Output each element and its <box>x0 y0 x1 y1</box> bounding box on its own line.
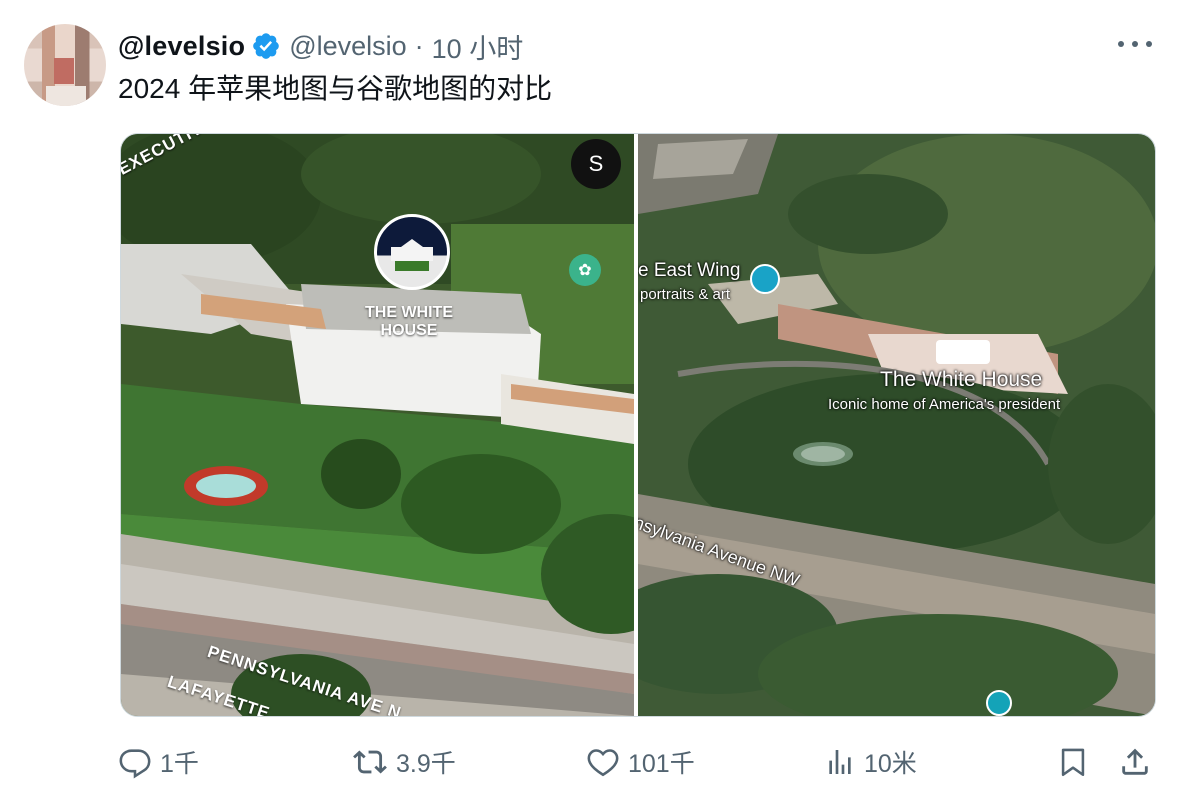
reply-button[interactable]: 1千 <box>118 742 199 782</box>
reply-count: 1千 <box>160 750 199 778</box>
white-house-photo-marker[interactable] <box>374 214 450 290</box>
bookmark-button[interactable] <box>1056 742 1090 782</box>
views-icon <box>829 750 851 774</box>
east-wing-subtitle: portraits & art <box>640 286 731 303</box>
compass-icon[interactable]: S <box>571 139 621 189</box>
views-count: 10米 <box>864 750 917 778</box>
like-button[interactable]: 101千 <box>586 742 695 782</box>
tweet-actions: 1千 3.9千 101千 10米 <box>118 742 1158 782</box>
heart-icon <box>587 749 619 777</box>
google-map-scene <box>638 134 1155 716</box>
handle[interactable]: @levelsio <box>289 31 406 62</box>
bookmark-icon <box>1061 748 1085 777</box>
like-count: 101千 <box>628 750 695 778</box>
tweet-header: @levelsio @levelsio · 10 小时 <box>118 28 523 64</box>
tweet-text: 2024 年苹果地图与谷歌地图的对比 <box>118 73 553 104</box>
google-maps-image[interactable]: e East Wing portraits & art The White Ho… <box>638 134 1155 716</box>
share-button[interactable] <box>1118 742 1152 782</box>
camera-pin-icon[interactable] <box>750 264 780 294</box>
place-label-white-house[interactable]: THE WHITE HOUSE <box>359 304 459 340</box>
more-options-icon[interactable] <box>1118 32 1152 56</box>
place-label-east-wing[interactable]: e East Wing <box>638 260 740 282</box>
share-icon <box>1122 748 1148 775</box>
apple-map-scene <box>121 134 634 716</box>
green-pin-icon[interactable]: ✿ <box>569 254 601 286</box>
white-house-pin-icon[interactable] <box>936 340 990 364</box>
verified-badge-icon <box>253 33 280 59</box>
retweet-button[interactable]: 3.9千 <box>352 742 456 782</box>
display-name[interactable]: @levelsio <box>118 31 245 62</box>
views-button[interactable]: 10米 <box>824 742 917 782</box>
retweet-count: 3.9千 <box>396 750 456 778</box>
apple-maps-image[interactable]: EXECUTIVE AVE NW THE WHITE HOUSE S ✿ PEN… <box>121 134 634 716</box>
retweet-icon <box>353 750 387 774</box>
timestamp[interactable]: 10 小时 <box>432 27 524 66</box>
place-label-white-house[interactable]: The White House <box>880 368 1042 392</box>
white-house-subtitle: Iconic home of America's president <box>828 396 1061 413</box>
tweet-media[interactable]: EXECUTIVE AVE NW THE WHITE HOUSE S ✿ PEN… <box>120 133 1156 717</box>
location-pin-icon[interactable] <box>986 690 1012 716</box>
separator-dot: · <box>414 30 424 61</box>
reply-icon <box>119 749 151 779</box>
avatar[interactable] <box>24 24 106 106</box>
